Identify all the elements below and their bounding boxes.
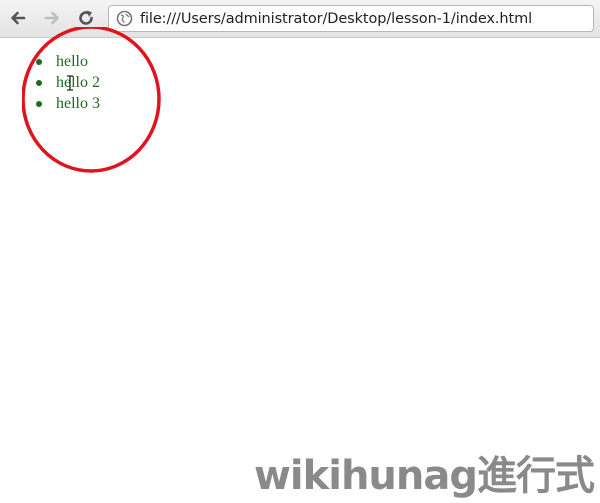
address-bar[interactable]: file:///Users/administrator/Desktop/less… <box>108 5 594 32</box>
list-item-text: hello <box>56 53 88 70</box>
page-content: hello hello 2 hello 3 <box>0 38 600 503</box>
list-item-text: hello 2 <box>56 74 100 91</box>
back-arrow-icon <box>11 11 26 25</box>
bullet-dot-icon <box>36 80 42 86</box>
page-globe-icon <box>116 10 133 27</box>
browser-toolbar: file:///Users/administrator/Desktop/less… <box>0 0 600 38</box>
list-item-text: hello 3 <box>56 95 100 112</box>
watermark-text: wikihunag進行式 <box>253 453 595 499</box>
back-button[interactable] <box>6 6 30 30</box>
url-text[interactable]: file:///Users/administrator/Desktop/less… <box>140 11 532 27</box>
reload-icon <box>79 10 93 25</box>
forward-button[interactable] <box>40 6 64 30</box>
reload-button[interactable] <box>74 6 98 30</box>
bullet-dot-icon <box>36 101 42 107</box>
bullet-list: hello hello 2 hello 3 <box>33 51 100 114</box>
forward-arrow-icon <box>44 11 59 25</box>
bullet-dot-icon <box>36 59 42 65</box>
list-item: hello 3 <box>33 93 100 114</box>
list-item: hello <box>33 51 100 72</box>
list-item: hello 2 <box>33 72 100 93</box>
